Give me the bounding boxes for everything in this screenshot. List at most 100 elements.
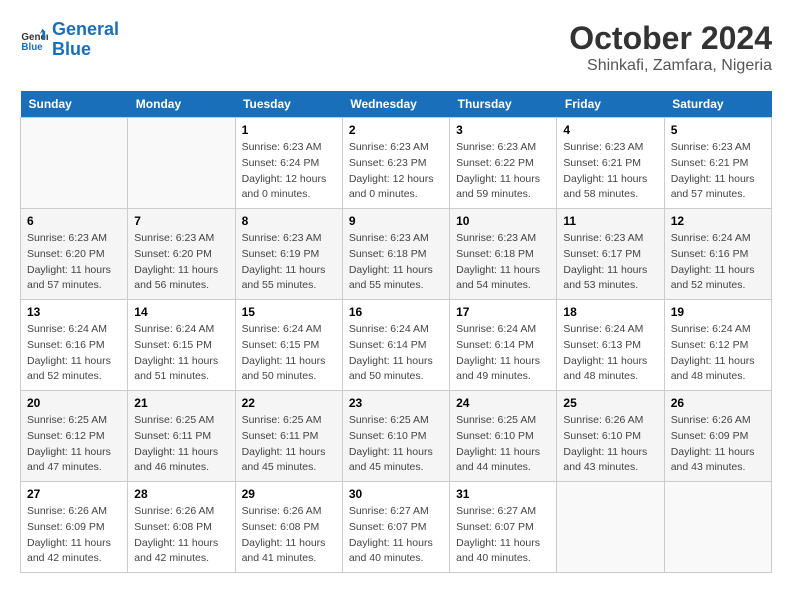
- table-row: 13 Sunrise: 6:24 AMSunset: 6:16 PMDayligh…: [21, 300, 128, 391]
- day-number: 28: [134, 487, 228, 501]
- calendar-week-2: 6 Sunrise: 6:23 AMSunset: 6:20 PMDaylight…: [21, 209, 772, 300]
- table-row: 3Sunrise: 6:23 AMSunset: 6:22 PMDaylight…: [450, 118, 557, 209]
- day-number: 14: [134, 305, 228, 319]
- day-info: Sunrise: 6:24 AMSunset: 6:15 PMDaylight:…: [242, 322, 336, 385]
- day-number: 19: [671, 305, 765, 319]
- day-info: Sunrise: 6:24 AMSunset: 6:14 PMDaylight:…: [456, 322, 550, 385]
- table-row: [128, 118, 235, 209]
- table-row: 25 Sunrise: 6:26 AMSunset: 6:10 PMDayligh…: [557, 391, 664, 482]
- table-row: 19 Sunrise: 6:24 AMSunset: 6:12 PMDayligh…: [664, 300, 771, 391]
- day-number: 22: [242, 396, 336, 410]
- col-thursday: Thursday: [450, 91, 557, 118]
- table-row: 8Sunrise: 6:23 AMSunset: 6:19 PMDaylight…: [235, 209, 342, 300]
- table-row: 23 Sunrise: 6:25 AMSunset: 6:10 PMDayligh…: [342, 391, 449, 482]
- table-row: 29 Sunrise: 6:26 AMSunset: 6:08 PMDayligh…: [235, 482, 342, 573]
- day-info: Sunrise: 6:27 AMSunset: 6:07 PMDaylight:…: [456, 504, 550, 567]
- table-row: [21, 118, 128, 209]
- day-info: Sunrise: 6:25 AMSunset: 6:11 PMDaylight:…: [242, 413, 336, 476]
- day-info: Sunrise: 6:24 AMSunset: 6:15 PMDaylight:…: [134, 322, 228, 385]
- day-info: Sunrise: 6:23 AMSunset: 6:17 PMDaylight:…: [563, 231, 657, 294]
- day-number: 1: [242, 123, 336, 137]
- logo-line2: Blue: [52, 39, 91, 59]
- calendar-week-4: 20Sunrise: 6:25 AMSunset: 6:12 PMDayligh…: [21, 391, 772, 482]
- table-row: 21 Sunrise: 6:25 AMSunset: 6:11 PMDayligh…: [128, 391, 235, 482]
- table-row: 26Sunrise: 6:26 AMSunset: 6:09 PMDayligh…: [664, 391, 771, 482]
- day-info: Sunrise: 6:24 AMSunset: 6:12 PMDaylight:…: [671, 322, 765, 385]
- day-info: Sunrise: 6:26 AMSunset: 6:08 PMDaylight:…: [134, 504, 228, 567]
- table-row: 24 Sunrise: 6:25 AMSunset: 6:10 PMDayligh…: [450, 391, 557, 482]
- day-number: 26: [671, 396, 765, 410]
- title-block: October 2024 Shinkafi, Zamfara, Nigeria: [569, 20, 772, 75]
- table-row: 1 Sunrise: 6:23 AMSunset: 6:24 PMDaylight…: [235, 118, 342, 209]
- calendar-week-3: 13 Sunrise: 6:24 AMSunset: 6:16 PMDayligh…: [21, 300, 772, 391]
- day-info: Sunrise: 6:26 AMSunset: 6:10 PMDaylight:…: [563, 413, 657, 476]
- day-info: Sunrise: 6:23 AMSunset: 6:21 PMDaylight:…: [563, 140, 657, 203]
- day-number: 11: [563, 214, 657, 228]
- svg-text:Blue: Blue: [21, 42, 43, 53]
- table-row: 11 Sunrise: 6:23 AMSunset: 6:17 PMDayligh…: [557, 209, 664, 300]
- day-info: Sunrise: 6:25 AMSunset: 6:10 PMDaylight:…: [456, 413, 550, 476]
- page-header: General Blue General Blue October 2024 S…: [20, 20, 772, 75]
- day-number: 31: [456, 487, 550, 501]
- day-number: 12: [671, 214, 765, 228]
- day-number: 4: [563, 123, 657, 137]
- table-row: 2Sunrise: 6:23 AMSunset: 6:23 PMDaylight…: [342, 118, 449, 209]
- day-number: 6: [27, 214, 121, 228]
- table-row: 14 Sunrise: 6:24 AMSunset: 6:15 PMDayligh…: [128, 300, 235, 391]
- table-row: 12 Sunrise: 6:24 AMSunset: 6:16 PMDayligh…: [664, 209, 771, 300]
- table-row: 17 Sunrise: 6:24 AMSunset: 6:14 PMDayligh…: [450, 300, 557, 391]
- calendar-week-5: 27Sunrise: 6:26 AMSunset: 6:09 PMDayligh…: [21, 482, 772, 573]
- day-info: Sunrise: 6:23 AMSunset: 6:24 PMDaylight:…: [242, 140, 336, 203]
- day-number: 7: [134, 214, 228, 228]
- day-number: 18: [563, 305, 657, 319]
- table-row: 6 Sunrise: 6:23 AMSunset: 6:20 PMDaylight…: [21, 209, 128, 300]
- day-info: Sunrise: 6:24 AMSunset: 6:13 PMDaylight:…: [563, 322, 657, 385]
- col-friday: Friday: [557, 91, 664, 118]
- day-number: 21: [134, 396, 228, 410]
- day-number: 8: [242, 214, 336, 228]
- day-info: Sunrise: 6:23 AMSunset: 6:23 PMDaylight:…: [349, 140, 443, 203]
- table-row: 30Sunrise: 6:27 AMSunset: 6:07 PMDayligh…: [342, 482, 449, 573]
- table-row: 27Sunrise: 6:26 AMSunset: 6:09 PMDayligh…: [21, 482, 128, 573]
- day-number: 17: [456, 305, 550, 319]
- day-number: 27: [27, 487, 121, 501]
- logo-line1: General: [52, 19, 119, 39]
- day-info: Sunrise: 6:23 AMSunset: 6:18 PMDaylight:…: [349, 231, 443, 294]
- day-info: Sunrise: 6:24 AMSunset: 6:14 PMDaylight:…: [349, 322, 443, 385]
- calendar-title: October 2024: [569, 20, 772, 57]
- day-info: Sunrise: 6:25 AMSunset: 6:10 PMDaylight:…: [349, 413, 443, 476]
- col-saturday: Saturday: [664, 91, 771, 118]
- col-monday: Monday: [128, 91, 235, 118]
- day-number: 25: [563, 396, 657, 410]
- day-number: 16: [349, 305, 443, 319]
- day-number: 9: [349, 214, 443, 228]
- calendar-week-1: 1 Sunrise: 6:23 AMSunset: 6:24 PMDaylight…: [21, 118, 772, 209]
- day-number: 23: [349, 396, 443, 410]
- day-info: Sunrise: 6:24 AMSunset: 6:16 PMDaylight:…: [27, 322, 121, 385]
- table-row: 20Sunrise: 6:25 AMSunset: 6:12 PMDayligh…: [21, 391, 128, 482]
- day-info: Sunrise: 6:24 AMSunset: 6:16 PMDaylight:…: [671, 231, 765, 294]
- day-info: Sunrise: 6:23 AMSunset: 6:20 PMDaylight:…: [134, 231, 228, 294]
- day-info: Sunrise: 6:23 AMSunset: 6:20 PMDaylight:…: [27, 231, 121, 294]
- day-info: Sunrise: 6:27 AMSunset: 6:07 PMDaylight:…: [349, 504, 443, 567]
- header-row: Sunday Monday Tuesday Wednesday Thursday…: [21, 91, 772, 118]
- day-info: Sunrise: 6:23 AMSunset: 6:22 PMDaylight:…: [456, 140, 550, 203]
- table-row: 28 Sunrise: 6:26 AMSunset: 6:08 PMDayligh…: [128, 482, 235, 573]
- table-row: [664, 482, 771, 573]
- table-row: 5Sunrise: 6:23 AMSunset: 6:21 PMDaylight…: [664, 118, 771, 209]
- logo-icon: General Blue: [20, 26, 48, 54]
- day-number: 29: [242, 487, 336, 501]
- day-number: 24: [456, 396, 550, 410]
- table-row: 7 Sunrise: 6:23 AMSunset: 6:20 PMDaylight…: [128, 209, 235, 300]
- day-number: 13: [27, 305, 121, 319]
- day-info: Sunrise: 6:25 AMSunset: 6:11 PMDaylight:…: [134, 413, 228, 476]
- day-info: Sunrise: 6:23 AMSunset: 6:21 PMDaylight:…: [671, 140, 765, 203]
- col-wednesday: Wednesday: [342, 91, 449, 118]
- table-row: 10Sunrise: 6:23 AMSunset: 6:18 PMDayligh…: [450, 209, 557, 300]
- col-sunday: Sunday: [21, 91, 128, 118]
- calendar-subtitle: Shinkafi, Zamfara, Nigeria: [569, 57, 772, 75]
- day-info: Sunrise: 6:26 AMSunset: 6:08 PMDaylight:…: [242, 504, 336, 567]
- logo: General Blue General Blue: [20, 20, 119, 60]
- day-number: 10: [456, 214, 550, 228]
- table-row: 4 Sunrise: 6:23 AMSunset: 6:21 PMDaylight…: [557, 118, 664, 209]
